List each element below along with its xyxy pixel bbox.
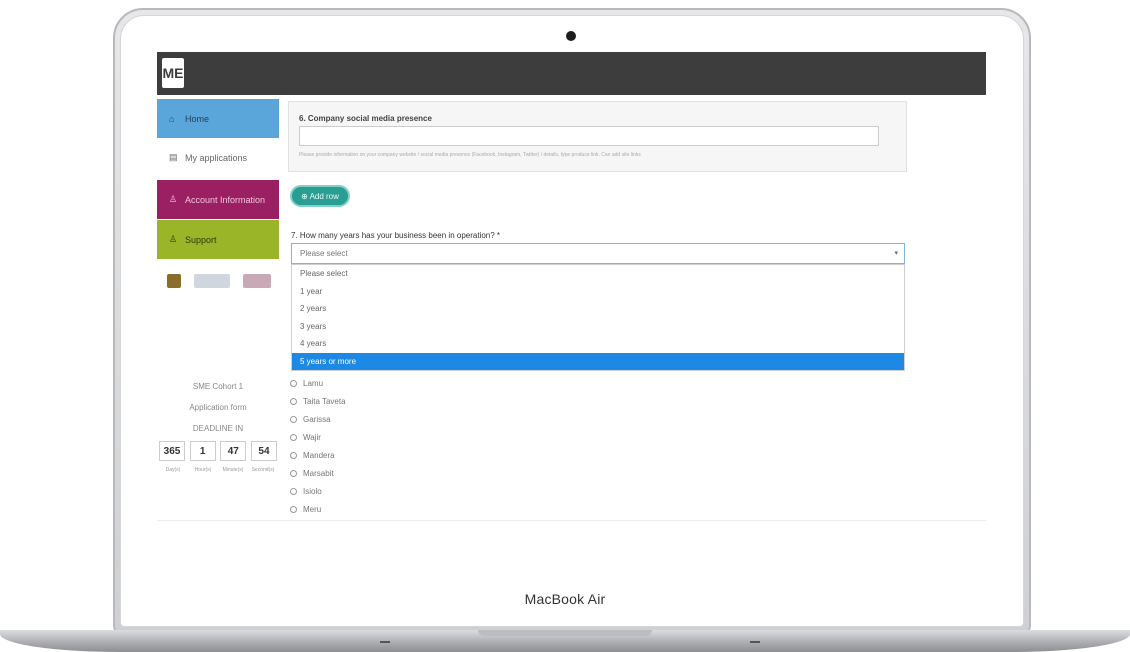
social-media-input[interactable] [299, 126, 879, 146]
radio-label: Garissa [303, 414, 331, 424]
countdown-days: 365 [159, 441, 185, 461]
select-value: Please select [300, 249, 348, 258]
chevron-down-icon: ▾ [894, 250, 898, 257]
radio-button[interactable] [290, 379, 297, 387]
countdown-seconds: 54 [250, 441, 277, 461]
dropdown-option[interactable]: 2 years [292, 300, 904, 318]
radio-label: Wajir [303, 432, 321, 442]
dropdown-option[interactable]: Please select [292, 265, 904, 283]
radio-option[interactable]: Mandera [290, 446, 490, 464]
radio-label: Isiolo [303, 486, 322, 496]
countdown-minutes-label: Minute(s) [222, 467, 244, 473]
sidebar-item-home[interactable]: ⌂ Home [157, 99, 279, 138]
sidebar-item-my-applications[interactable]: ▤ My applications [157, 138, 279, 177]
device-model-label: MacBook Air [524, 591, 606, 607]
radio-option[interactable]: Lamu [290, 374, 490, 392]
radio-button[interactable] [290, 451, 297, 459]
question-7-title: 7. How many years has your business been… [291, 231, 501, 240]
question-6-panel: 6. Company social media presence Please … [288, 101, 907, 172]
sidebar-item-label: My applications [185, 152, 248, 163]
sidebar-item-account-information[interactable]: ♙ Account Information [157, 180, 279, 219]
radio-option[interactable]: Wajir [290, 428, 490, 446]
county-radio-group: Lamu Taita Taveta Garissa Wajir Mandera … [290, 374, 490, 518]
years-in-operation-select[interactable]: Please select ▾ [291, 243, 905, 264]
radio-label: Taita Taveta [303, 396, 346, 406]
countdown-days-label: Day(s) [165, 467, 181, 473]
countdown-minutes: 47 [220, 441, 247, 461]
laptop-foot [380, 641, 390, 643]
sidebar-item-label: Home [185, 113, 210, 124]
brand-logo[interactable]: ME [162, 58, 184, 88]
radio-button[interactable] [290, 469, 297, 477]
coat-of-arms-logo [167, 274, 181, 288]
partner-logos [167, 271, 271, 291]
dropdown-option-highlighted[interactable]: 5 years or more [292, 352, 904, 370]
sidebar-item-support[interactable]: ♙ Support [157, 220, 279, 259]
screen-bottom-area [157, 520, 986, 574]
radio-label: Lamu [303, 378, 324, 388]
question-6-help-text: Please provide information on your compa… [299, 152, 641, 158]
countdown-seconds-label: Second(s) [251, 467, 275, 473]
camera-icon [566, 31, 576, 41]
home-icon: ⌂ [169, 113, 175, 124]
support-icon: ♙ [169, 234, 178, 244]
countdown-hours-label: Hour(s) [194, 467, 212, 473]
ministry-logo [194, 274, 230, 288]
deadline-label: DEADLINE IN [192, 424, 244, 433]
sidebar-item-label: Support [185, 234, 217, 245]
dropdown-option[interactable]: 1 year [292, 283, 904, 301]
radio-label: Meru [303, 504, 322, 514]
partner-logo [243, 274, 271, 288]
question-6-title: 6. Company social media presence [299, 114, 432, 123]
radio-option[interactable]: Isiolo [290, 482, 490, 500]
radio-option[interactable]: Marsabit [290, 464, 490, 482]
countdown-timer: 365 1 47 54 [159, 441, 277, 461]
radio-option[interactable]: Meru [290, 500, 490, 518]
top-bar: ME [157, 52, 986, 95]
radio-option[interactable]: Taita Taveta [290, 392, 490, 410]
dropdown-option[interactable]: 4 years [292, 335, 904, 353]
radio-label: Mandera [303, 450, 335, 460]
application-form-label: Application form [189, 403, 247, 412]
sidebar: ⌂ Home ▤ My applications ♙ Account Infor… [157, 95, 279, 574]
radio-button[interactable] [290, 433, 297, 441]
radio-button[interactable] [290, 487, 297, 495]
radio-button[interactable] [290, 397, 297, 405]
radio-option[interactable]: Garissa [290, 410, 490, 428]
years-dropdown-list: Please select 1 year 2 years 3 years 4 y… [291, 264, 905, 371]
cohort-name: SME Cohort 1 [192, 382, 244, 391]
radio-button[interactable] [290, 505, 297, 513]
countdown-hours: 1 [189, 441, 216, 461]
add-row-button[interactable]: ⊕ Add row [290, 185, 350, 207]
user-icon: ♙ [169, 194, 178, 204]
laptop-notch [478, 630, 652, 636]
countdown-labels: Day(s) Hour(s) Minute(s) Second(s) [159, 467, 277, 473]
laptop-foot [750, 641, 760, 643]
radio-label: Marsabit [303, 468, 334, 478]
sidebar-item-label: Account Information [185, 194, 266, 205]
app-screen: ME ⌂ Home ▤ My applications ♙ Account In… [157, 52, 986, 574]
document-icon: ▤ [169, 152, 178, 162]
radio-button[interactable] [290, 415, 297, 423]
dropdown-option[interactable]: 3 years [292, 318, 904, 336]
